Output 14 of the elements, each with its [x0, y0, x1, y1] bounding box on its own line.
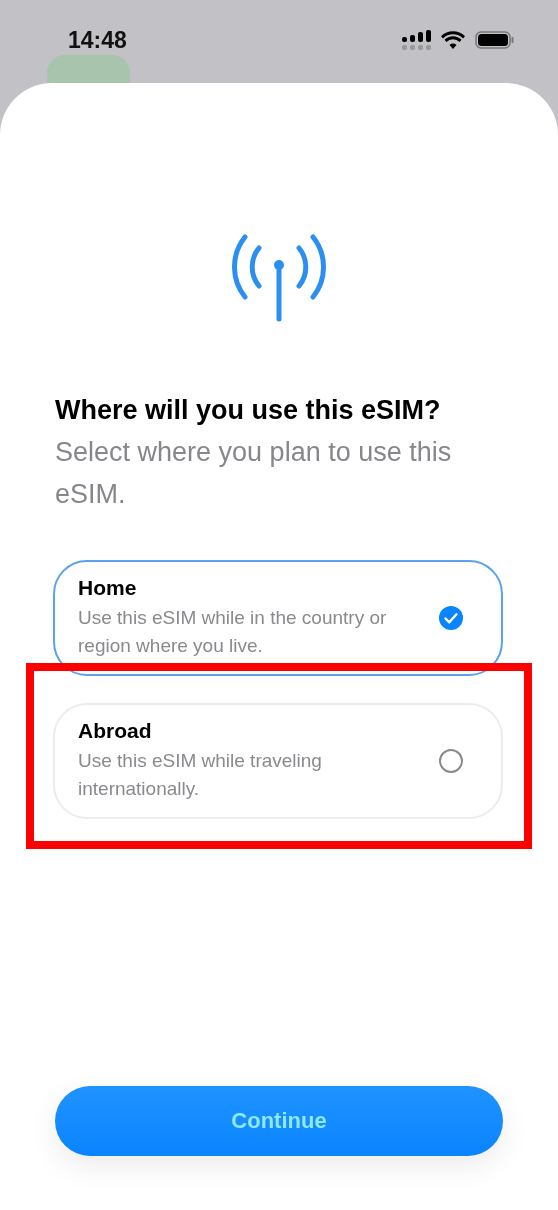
page-title: Where will you use this eSIM?	[55, 394, 442, 427]
option-title: Home	[78, 576, 138, 600]
checkmark-icon[interactable]	[437, 604, 465, 632]
signal-icon	[402, 30, 431, 50]
option-description: Use this eSIM while in the country or region where you live.	[78, 606, 388, 658]
battery-icon	[475, 31, 514, 49]
radio-circle-icon[interactable]	[437, 747, 465, 775]
wifi-icon	[441, 31, 465, 49]
option-title: Abroad	[78, 719, 153, 743]
page-subtitle: Select where you plan to use this eSIM.	[55, 436, 453, 511]
option-card[interactable]: Home Use this eSIM while in the country or region where you live.	[53, 560, 503, 676]
option-card[interactable]: Abroad Use this eSIM while traveling internationally.	[53, 703, 503, 819]
status-time: 14:48	[68, 26, 127, 54]
option-description: Use this eSIM while traveling internationally.	[78, 749, 323, 801]
